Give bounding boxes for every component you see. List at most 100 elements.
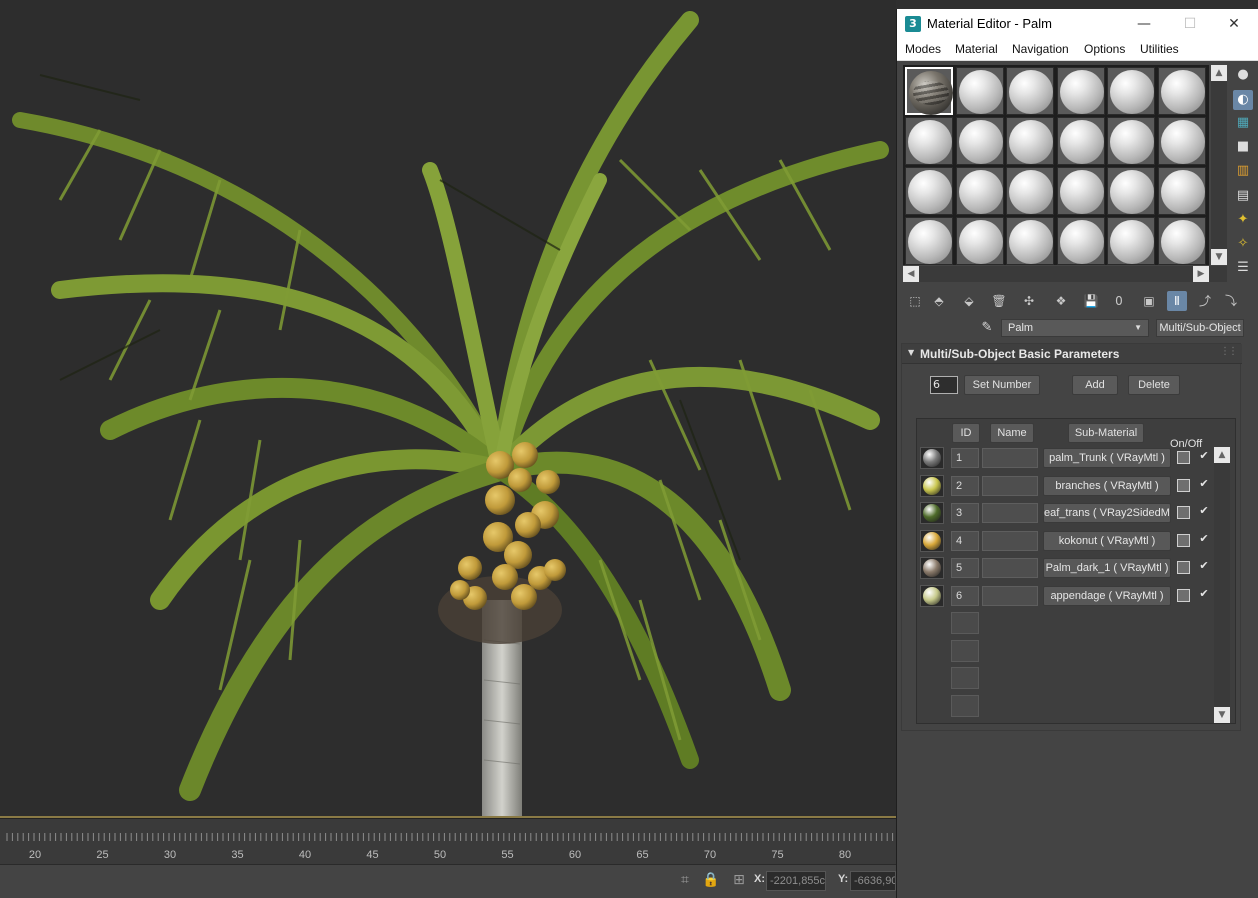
close-button[interactable]: ✕ — [1211, 9, 1257, 39]
slots-horizontal-scrollbar[interactable]: ◀ ▶ — [903, 266, 1227, 282]
sub-material-id-field[interactable]: 3 — [951, 503, 979, 523]
add-button[interactable]: Add — [1072, 375, 1118, 395]
sample-slot[interactable] — [1056, 217, 1105, 265]
select-by-material-icon[interactable]: ✧ — [1233, 234, 1253, 254]
sub-material-on-checkbox[interactable]: ✔ — [1197, 532, 1211, 546]
sample-slot[interactable] — [1107, 117, 1155, 165]
sample-slot[interactable] — [905, 117, 953, 165]
sample-slot[interactable] — [1006, 217, 1054, 265]
sample-slot[interactable] — [955, 217, 1004, 265]
scroll-right-icon[interactable]: ▶ — [1193, 266, 1209, 282]
sample-slot[interactable] — [905, 67, 953, 115]
sub-material-id-field[interactable]: 6 — [951, 585, 979, 606]
sub-material-column-header[interactable]: Sub-Material — [1068, 423, 1144, 443]
get-material-icon[interactable]: ⬚ — [905, 291, 925, 311]
menu-utilities[interactable]: Utilities — [1140, 42, 1179, 56]
menu-navigation[interactable]: Navigation — [1012, 42, 1069, 56]
lock-icon[interactable]: 🔒 — [702, 871, 720, 889]
material-type-button[interactable]: Multi/Sub-Object — [1156, 319, 1244, 337]
material-map-navigator-icon[interactable]: ☰ — [1233, 258, 1253, 278]
material-id-channel-icon[interactable]: 0 — [1109, 291, 1129, 311]
show-shaded-material-icon[interactable]: ▣ — [1139, 291, 1159, 311]
absolute-mode-icon[interactable]: ⊞ — [730, 871, 748, 889]
set-number-button[interactable]: Set Number — [964, 375, 1040, 395]
menu-modes[interactable]: Modes — [905, 42, 941, 56]
sample-uv-tiling-icon[interactable]: ■ — [1233, 137, 1253, 157]
video-color-check-icon[interactable]: ▥ — [1233, 161, 1253, 181]
scroll-down-icon[interactable]: ▼ — [1214, 707, 1230, 723]
slots-vertical-scrollbar[interactable]: ▲ ▼ — [1211, 65, 1227, 265]
sub-material-color-swatch[interactable] — [1177, 478, 1190, 492]
sample-slot[interactable] — [1157, 167, 1206, 215]
sub-material-id-field[interactable]: 4 — [951, 530, 979, 551]
perspective-viewport[interactable] — [0, 0, 896, 816]
sub-material-button[interactable]: palm_Trunk ( VRayMtl ) — [1043, 448, 1171, 468]
sub-material-button[interactable]: branches ( VRayMtl ) — [1043, 475, 1171, 496]
pick-material-eyedropper-icon[interactable]: ✎ — [979, 320, 995, 336]
sub-material-thumbnail[interactable] — [920, 557, 944, 579]
sample-slot[interactable] — [1056, 117, 1105, 165]
sub-material-name-field[interactable] — [982, 475, 1038, 496]
material-name-field[interactable]: Palm ▼ — [1001, 319, 1149, 337]
sample-slot[interactable] — [1107, 67, 1155, 115]
sub-material-on-checkbox[interactable]: ✔ — [1197, 449, 1211, 463]
sample-slot[interactable] — [905, 167, 953, 215]
sub-material-color-swatch[interactable] — [1177, 506, 1190, 519]
sub-material-on-checkbox[interactable]: ✔ — [1197, 477, 1211, 491]
maximize-button[interactable]: ☐ — [1167, 9, 1213, 39]
put-to-scene-icon[interactable]: ⬘ — [929, 291, 949, 311]
backlight-icon[interactable]: ◐ — [1233, 90, 1253, 110]
id-column-header[interactable]: ID — [952, 423, 980, 443]
sample-slot[interactable] — [1006, 117, 1054, 165]
scroll-down-icon[interactable]: ▼ — [1211, 249, 1227, 265]
sub-material-color-swatch[interactable] — [1177, 561, 1190, 574]
options-icon[interactable]: ✦ — [1233, 210, 1253, 230]
sub-material-color-swatch[interactable] — [1177, 451, 1190, 464]
selection-bracket-icon[interactable]: ⌗ — [676, 871, 694, 889]
sub-material-thumbnail[interactable] — [920, 529, 944, 552]
sub-material-thumbnail[interactable] — [920, 502, 944, 524]
name-column-header[interactable]: Name — [990, 423, 1034, 443]
show-end-result-icon[interactable]: Ⅱ — [1167, 291, 1187, 311]
sub-material-id-field[interactable]: 2 — [951, 475, 979, 496]
go-to-parent-icon[interactable]: ⤴ — [1195, 291, 1215, 311]
delete-button[interactable]: Delete — [1128, 375, 1180, 395]
sub-material-on-checkbox[interactable]: ✔ — [1197, 559, 1211, 573]
sample-slot[interactable] — [1006, 167, 1054, 215]
sample-slot[interactable] — [1056, 167, 1105, 215]
sample-slot[interactable] — [955, 167, 1004, 215]
sub-material-id-field[interactable]: 1 — [951, 448, 979, 468]
make-unique-icon[interactable]: ❖ — [1051, 291, 1071, 311]
sample-slot[interactable] — [955, 117, 1004, 165]
sub-material-thumbnail[interactable] — [920, 584, 944, 607]
sub-material-name-field[interactable] — [982, 503, 1038, 523]
sub-material-thumbnail[interactable] — [920, 474, 944, 497]
sample-slot[interactable] — [1157, 217, 1206, 265]
reset-map-icon[interactable]: 🗑 — [989, 291, 1009, 311]
sub-material-name-field[interactable] — [982, 585, 1038, 606]
y-coord-field[interactable]: -6636,90 — [850, 871, 896, 891]
number-of-materials-field[interactable]: 6 — [930, 376, 958, 394]
make-copy-icon[interactable]: ✣ — [1019, 291, 1039, 311]
x-coord-field[interactable]: -2201,855c — [766, 871, 826, 891]
rollout-header[interactable]: ▼ Multi/Sub-Object Basic Parameters ⋮⋮ — [902, 344, 1242, 364]
scroll-left-icon[interactable]: ◀ — [903, 266, 919, 282]
go-forward-to-sibling-icon[interactable]: ⤵ — [1221, 291, 1241, 311]
sample-slot[interactable] — [955, 67, 1004, 115]
sub-material-color-swatch[interactable] — [1177, 588, 1190, 602]
menu-material[interactable]: Material — [955, 42, 998, 56]
assign-to-selection-icon[interactable]: ⬙ — [959, 291, 979, 311]
sub-material-button[interactable]: Palm_dark_1 ( VRayMtl ) — [1043, 558, 1171, 578]
sub-material-thumbnail[interactable] — [920, 447, 944, 469]
sample-slot[interactable] — [905, 217, 953, 265]
sample-slot[interactable] — [1006, 67, 1054, 115]
scroll-up-icon[interactable]: ▲ — [1214, 447, 1230, 463]
sample-slot[interactable] — [1157, 67, 1206, 115]
background-icon[interactable]: ▦ — [1233, 113, 1253, 133]
sub-material-color-swatch[interactable] — [1177, 533, 1190, 547]
sub-material-on-checkbox[interactable]: ✔ — [1197, 504, 1211, 518]
scroll-up-icon[interactable]: ▲ — [1211, 65, 1227, 81]
submaterial-scrollbar[interactable]: ▲ ▼ — [1214, 447, 1230, 723]
sub-material-name-field[interactable] — [982, 448, 1038, 468]
sub-material-on-checkbox[interactable]: ✔ — [1197, 587, 1211, 601]
